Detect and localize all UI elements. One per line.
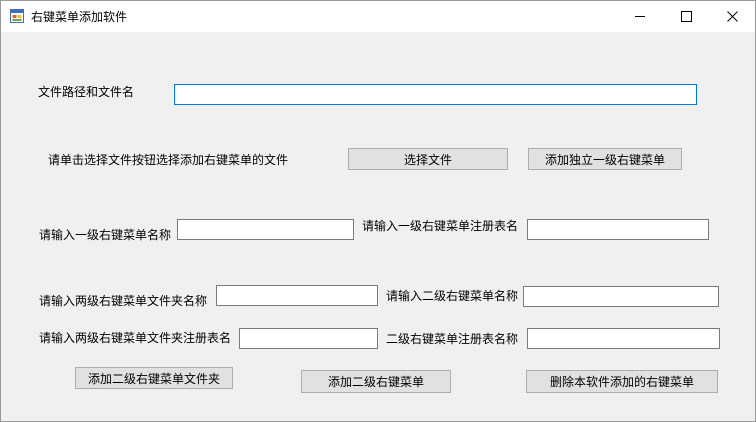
close-button[interactable] [709, 1, 755, 32]
folder-name-label: 请输入两级右键菜单文件夹名称 [39, 294, 208, 308]
app-window: 右键菜单添加软件 文件路径和文件名 请单击选择文件按钮选择添加右键菜单的文件 选… [0, 0, 756, 422]
add-folder-button[interactable]: 添加二级右键菜单文件夹 [75, 367, 233, 389]
folder-registry-label: 请输入两级右键菜单文件夹注册表名 [39, 331, 232, 345]
maximize-icon [680, 11, 692, 22]
select-file-button[interactable]: 选择文件 [348, 148, 508, 170]
folder-name-input[interactable] [216, 285, 378, 306]
title-bar[interactable]: 右键菜单添加软件 [1, 1, 755, 32]
level1-registry-label: 请输入一级右键菜单注册表名 [362, 219, 519, 233]
level2-name-input[interactable] [523, 286, 719, 307]
form-app-icon [10, 9, 24, 23]
add-level2-menu-button[interactable]: 添加二级右键菜单 [301, 370, 451, 393]
level2-registry-input[interactable] [527, 328, 720, 349]
minimize-button[interactable] [617, 1, 663, 32]
form-client-area: 文件路径和文件名 请单击选择文件按钮选择添加右键菜单的文件 选择文件 添加独立一… [1, 32, 755, 421]
level2-name-label: 请输入二级右键菜单名称 [386, 289, 519, 303]
level1-name-input[interactable] [177, 219, 354, 240]
minimize-icon [634, 16, 645, 17]
window-title: 右键菜单添加软件 [31, 10, 128, 24]
close-icon [726, 11, 738, 22]
level1-name-label: 请输入一级右键菜单名称 [39, 228, 172, 242]
delete-menus-button[interactable]: 删除本软件添加的右键菜单 [526, 370, 718, 393]
file-path-input[interactable] [174, 84, 697, 105]
add-standalone-menu-button[interactable]: 添加独立一级右键菜单 [528, 148, 682, 170]
file-path-label: 文件路径和文件名 [38, 85, 135, 99]
level2-registry-label: 二级右键菜单注册表名称 [386, 332, 519, 346]
instruction-label: 请单击选择文件按钮选择添加右键菜单的文件 [48, 153, 289, 167]
folder-registry-input[interactable] [239, 328, 378, 349]
maximize-button[interactable] [663, 1, 709, 32]
level1-registry-input[interactable] [527, 219, 709, 240]
